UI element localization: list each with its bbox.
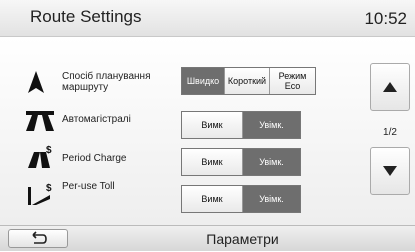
svg-text:$: $ [46, 183, 52, 194]
svg-text:$: $ [46, 145, 52, 156]
header-bar: Route Settings 10:52 [0, 0, 415, 37]
highways-label: Автомагістралі [62, 114, 131, 125]
setting-row-period-charge: $ Period Charge Вимк Увімк. [0, 140, 360, 176]
period-charge-label: Period Charge [62, 153, 127, 164]
option-eco[interactable]: Режим Eco [269, 68, 315, 94]
clock: 10:52 [364, 9, 407, 28]
chevron-up-icon [383, 82, 397, 92]
page-title: Route Settings [30, 7, 142, 26]
footer-bar: Параметри [0, 225, 415, 251]
highways-off-option[interactable]: Вимк [182, 112, 242, 138]
setting-row-route-method: Спосіб планування маршруту Швидко Коротк… [0, 65, 360, 99]
period-charge-off-option[interactable]: Вимк [182, 149, 242, 175]
back-arrow-icon [32, 231, 47, 244]
scroll-up-button[interactable] [370, 63, 410, 111]
footer-title: Параметри [206, 231, 279, 247]
option-eco-line2: Eco [284, 81, 301, 91]
option-eco-line1: Режим [278, 71, 307, 81]
chevron-down-icon [383, 166, 397, 176]
route-method-label-line1: Спосіб планування [62, 71, 151, 82]
settings-panel: Спосіб планування маршруту Швидко Коротк… [0, 37, 415, 225]
route-method-label: Спосіб планування маршруту [62, 71, 150, 93]
option-short[interactable]: Короткий [224, 68, 269, 94]
per-use-toll-label: Per-use Toll [62, 181, 115, 192]
setting-row-per-use-toll: $ Per-use Toll Вимк Увімк. [0, 177, 360, 213]
navigation-arrow-icon [22, 69, 58, 95]
back-button[interactable] [8, 229, 68, 248]
highways-on-option[interactable]: Увімк. [242, 112, 300, 138]
toll-road-icon: $ [22, 181, 58, 207]
option-fast[interactable]: Швидко [182, 68, 224, 94]
per-use-toll-on-option[interactable]: Увімк. [242, 186, 300, 212]
scroll-down-button[interactable] [370, 147, 410, 195]
toll-period-icon: $ [22, 144, 58, 170]
per-use-toll-off-option[interactable]: Вимк [182, 186, 242, 212]
highways-toggle: Вимк Увімк. [181, 111, 301, 139]
setting-row-highways: Автомагістралі Вимк Увімк. [0, 103, 360, 139]
per-use-toll-toggle: Вимк Увімк. [181, 185, 301, 213]
page-indicator: 1/2 [383, 127, 397, 138]
highway-icon [22, 107, 58, 133]
route-method-label-line2: маршруту [62, 82, 109, 93]
route-method-selector: Швидко Короткий Режим Eco [181, 67, 316, 95]
period-charge-toggle: Вимк Увімк. [181, 148, 301, 176]
period-charge-on-option[interactable]: Увімк. [242, 149, 300, 175]
